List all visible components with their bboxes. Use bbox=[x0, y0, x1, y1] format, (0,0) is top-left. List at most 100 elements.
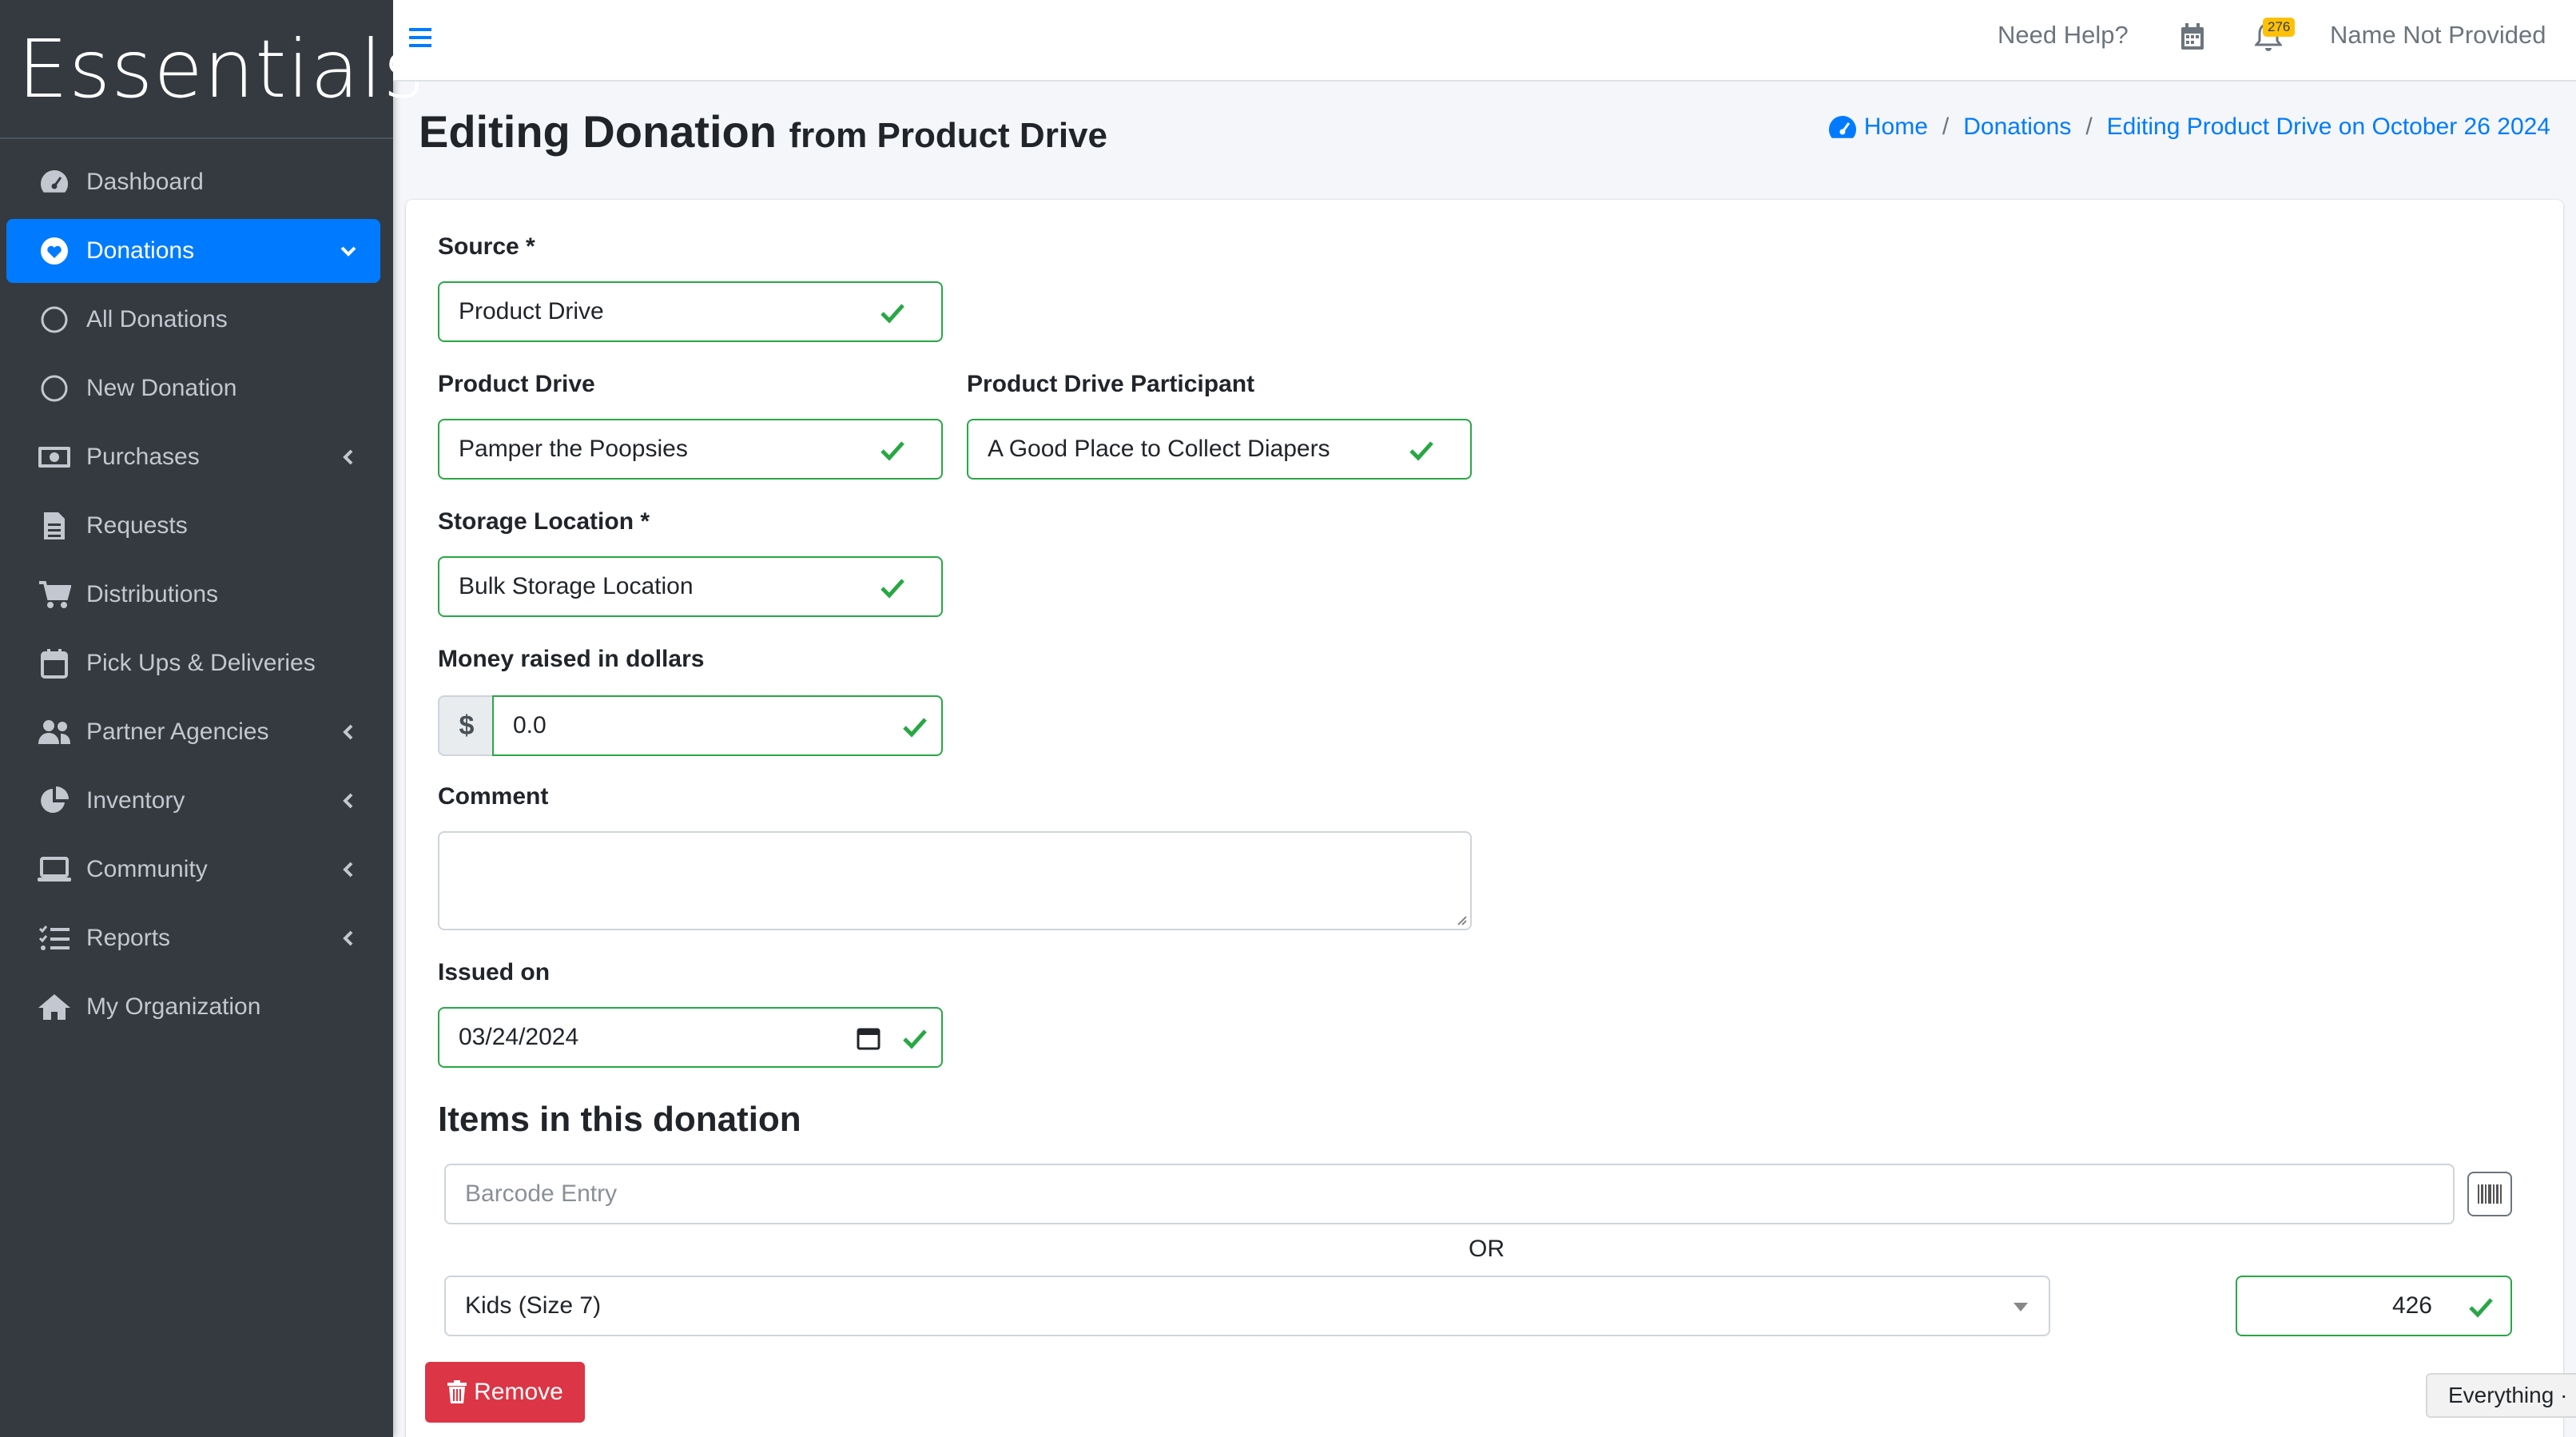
sidebar-item-all-donations[interactable]: All Donations bbox=[6, 288, 380, 352]
sidebar-item-partner-agencies[interactable]: Partner Agencies bbox=[6, 700, 380, 764]
money-raised-label: Money raised in dollars bbox=[438, 646, 705, 672]
barcode-scan-button[interactable] bbox=[2467, 1172, 2512, 1216]
remove-item-button[interactable]: Remove bbox=[425, 1362, 585, 1423]
comment-textarea[interactable] bbox=[438, 831, 1472, 930]
brand-logo[interactable]: Essentials bbox=[0, 0, 424, 139]
file-icon bbox=[37, 508, 72, 543]
help-link[interactable]: Need Help? bbox=[1998, 21, 2129, 50]
page-subtitle: from Product Drive bbox=[789, 116, 1107, 155]
calendar-icon bbox=[37, 646, 72, 681]
storage-location-label: Storage Location * bbox=[438, 508, 650, 535]
circle-icon bbox=[37, 302, 72, 337]
chevron-left-icon bbox=[343, 724, 353, 740]
sidebar-item-community[interactable]: Community bbox=[6, 838, 380, 902]
sidebar-item-donations[interactable]: Donations bbox=[6, 219, 380, 283]
sidebar-item-label: New Donation bbox=[86, 375, 237, 401]
sidebar-nav: Dashboard Donations All Donations New Do… bbox=[0, 139, 393, 1039]
check-icon bbox=[903, 1029, 927, 1049]
breadcrumb-home[interactable]: Home bbox=[1864, 113, 1928, 141]
sidebar-item-label: All Donations bbox=[86, 306, 228, 332]
chevron-left-icon bbox=[343, 862, 353, 878]
chevron-left-icon bbox=[343, 930, 353, 946]
barcode-entry-input[interactable]: Barcode Entry bbox=[444, 1164, 2455, 1224]
or-divider: OR bbox=[1469, 1236, 1505, 1262]
sidebar-item-distributions[interactable]: Distributions bbox=[6, 563, 380, 627]
issued-on-label: Issued on bbox=[438, 959, 551, 985]
dropdown-caret-icon bbox=[2013, 1303, 2028, 1312]
tachometer-icon bbox=[37, 165, 72, 200]
dollar-prefix: $ bbox=[438, 695, 494, 756]
quantity-input[interactable]: 426 bbox=[2236, 1276, 2512, 1336]
page-title-text: Editing Donation bbox=[419, 106, 777, 157]
shopping-cart-icon bbox=[37, 577, 72, 612]
check-icon bbox=[1409, 441, 1433, 461]
quantity-value: 426 bbox=[2391, 1292, 2432, 1319]
sidebar-item-my-organization[interactable]: My Organization bbox=[6, 975, 380, 1039]
participant-select[interactable]: A Good Place to Collect Diapers bbox=[967, 419, 1472, 480]
items-section-title: Items in this donation bbox=[438, 1100, 801, 1139]
participant-label: Product Drive Participant bbox=[967, 371, 1255, 397]
source-label: Source * bbox=[438, 233, 535, 260]
notification-badge: 276 bbox=[2263, 18, 2296, 37]
calendar-icon[interactable] bbox=[2180, 22, 2205, 51]
sidebar-item-dashboard[interactable]: Dashboard bbox=[6, 150, 380, 214]
barcode-placeholder: Barcode Entry bbox=[465, 1180, 618, 1207]
breadcrumb-donations[interactable]: Donations bbox=[1963, 113, 2071, 141]
sidebar-item-label: Distributions bbox=[86, 581, 219, 607]
check-icon bbox=[881, 304, 904, 324]
sidebar-item-purchases[interactable]: Purchases bbox=[6, 425, 380, 489]
sidebar-item-new-donation[interactable]: New Donation bbox=[6, 356, 380, 420]
sidebar-item-label: Partner Agencies bbox=[86, 718, 269, 745]
sidebar-item-label: Community bbox=[86, 856, 208, 882]
check-icon bbox=[2469, 1298, 2493, 1318]
topbar: Need Help? 276 Name Not Provided bbox=[393, 0, 2576, 82]
product-drive-value: Pamper the Poopsies bbox=[459, 436, 688, 462]
sidebar-item-requests[interactable]: Requests bbox=[6, 494, 380, 558]
home-icon bbox=[37, 989, 72, 1025]
heart-circle-icon bbox=[37, 233, 72, 269]
product-drive-label: Product Drive bbox=[438, 371, 595, 397]
chevron-left-icon bbox=[343, 449, 353, 465]
user-menu[interactable]: Name Not Provided bbox=[2330, 21, 2546, 50]
tachometer-icon bbox=[1828, 115, 1856, 138]
laptop-icon bbox=[37, 852, 72, 887]
breadcrumb-current[interactable]: Editing Product Drive on October 26 2024 bbox=[2107, 113, 2550, 141]
brand-text: Essentials bbox=[18, 22, 426, 116]
sidebar: Essentials Dashboard Donations All Donat… bbox=[0, 0, 424, 1437]
source-select[interactable]: Product Drive bbox=[438, 281, 943, 342]
item-select[interactable]: Kids (Size 7) bbox=[444, 1276, 2050, 1336]
sidebar-item-reports[interactable]: Reports bbox=[6, 906, 380, 970]
breadcrumb-separator: / bbox=[1942, 113, 1950, 140]
product-drive-select[interactable]: Pamper the Poopsies bbox=[438, 419, 943, 480]
circle-icon bbox=[37, 371, 72, 406]
issued-on-date-input[interactable]: 03/24/2024 bbox=[438, 1007, 943, 1068]
issued-on-value: 03/24/2024 bbox=[459, 1024, 579, 1050]
page-title: Editing Donation from Product Drive bbox=[419, 105, 1107, 157]
money-raised-value: 0.0 bbox=[513, 712, 547, 738]
check-icon bbox=[903, 718, 927, 738]
check-icon bbox=[881, 579, 904, 599]
hamburger-menu-icon[interactable] bbox=[404, 21, 439, 56]
storage-location-select[interactable]: Bulk Storage Location bbox=[438, 556, 943, 617]
sidebar-item-inventory[interactable]: Inventory bbox=[6, 769, 380, 833]
check-icon bbox=[881, 441, 904, 461]
sidebar-item-pickups[interactable]: Pick Ups & Deliveries bbox=[6, 631, 380, 695]
pie-chart-icon bbox=[37, 783, 72, 818]
money-raised-input[interactable]: 0.0 bbox=[492, 695, 943, 756]
sidebar-item-label: Donations bbox=[86, 237, 195, 264]
source-value: Product Drive bbox=[459, 298, 604, 324]
sidebar-item-label: Reports bbox=[86, 925, 171, 951]
sidebar-item-label: My Organization bbox=[86, 993, 261, 1020]
barcode-icon bbox=[2478, 1184, 2502, 1204]
users-icon bbox=[37, 715, 72, 750]
sidebar-item-label: Requests bbox=[86, 512, 188, 539]
sidebar-item-label: Purchases bbox=[86, 444, 200, 470]
remove-label: Remove bbox=[474, 1379, 563, 1405]
resize-grip-icon[interactable] bbox=[1454, 913, 1467, 925]
filter-pill[interactable]: Everything · bbox=[2426, 1373, 2576, 1418]
chevron-down-icon bbox=[340, 246, 356, 257]
money-bill-icon bbox=[37, 440, 72, 475]
sidebar-item-label: Dashboard bbox=[86, 169, 204, 195]
calendar-picker-icon[interactable] bbox=[857, 1026, 881, 1050]
sidebar-item-label: Pick Ups & Deliveries bbox=[86, 650, 316, 676]
